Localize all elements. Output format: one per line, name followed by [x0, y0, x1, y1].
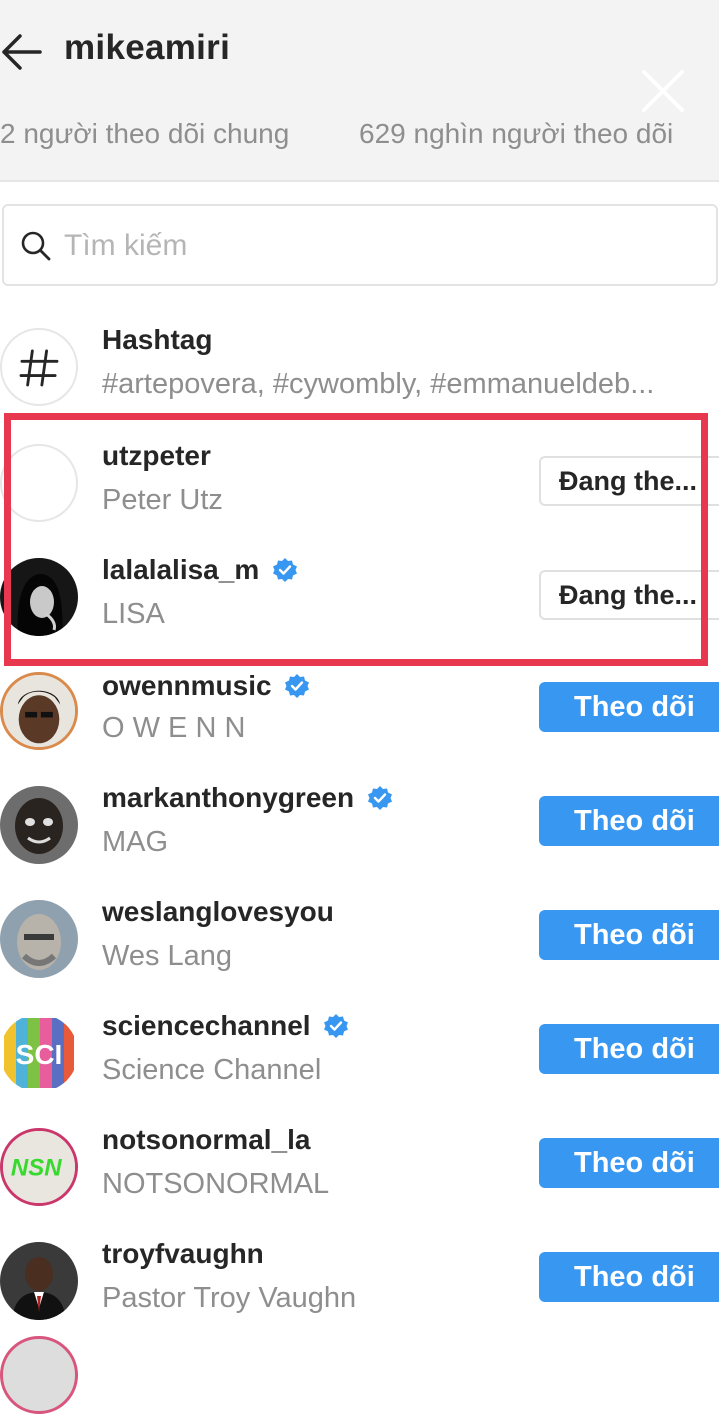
- verified-badge-icon: [324, 1014, 349, 1038]
- hashtag-row[interactable]: Hashtag #artepovera, #cywombly, #emmanue…: [0, 312, 719, 426]
- verified-badge-icon: [272, 558, 297, 582]
- search-bar[interactable]: [2, 204, 718, 286]
- username: owennmusic: [102, 670, 272, 701]
- username: sciencechannel: [102, 1010, 311, 1041]
- full-name: O W E N N: [102, 712, 246, 744]
- list-item[interactable]: markanthonygreen MAG Theo dõi: [0, 770, 719, 884]
- avatar[interactable]: [0, 1336, 78, 1414]
- full-name: Pastor Troy Vaughn: [102, 1282, 357, 1314]
- search-icon: [21, 231, 51, 261]
- follow-button[interactable]: Theo dõi: [539, 682, 719, 732]
- avatar[interactable]: NSN: [0, 1128, 78, 1206]
- tab-followers[interactable]: 629 nghìn người theo dõi: [359, 118, 673, 150]
- full-name: Peter Utz: [102, 484, 223, 516]
- full-name: Wes Lang: [102, 940, 233, 972]
- hashtag-title: Hashtag: [102, 324, 213, 355]
- username: troyfvaughn: [102, 1238, 264, 1269]
- sci-logo-text: SCI: [16, 1039, 63, 1070]
- follow-button[interactable]: Theo dõi: [539, 1024, 719, 1074]
- follow-button[interactable]: Theo dõi: [539, 1138, 719, 1188]
- list-item[interactable]: utzpeter Peter Utz Đang the...: [0, 428, 719, 542]
- avatar[interactable]: [0, 444, 78, 522]
- full-name: LISA: [102, 598, 165, 630]
- close-icon[interactable]: [640, 68, 686, 114]
- header-divider: [0, 180, 719, 182]
- page-title: mikeamiri: [64, 28, 231, 67]
- avatar[interactable]: [0, 900, 78, 978]
- list-item[interactable]: lalalalisa_m LISA Đang the...: [0, 542, 719, 656]
- list-item[interactable]: SCI sciencechannel Science Channel Theo …: [0, 998, 719, 1112]
- username: lalalalisa_m: [102, 554, 260, 585]
- follow-button[interactable]: Theo dõi: [539, 1252, 719, 1302]
- profile-header: mikeamiri 2 người theo dõi chung 629 ngh…: [0, 0, 719, 180]
- verified-badge-icon: [285, 674, 310, 698]
- search-input[interactable]: [62, 220, 666, 272]
- avatar[interactable]: [0, 1242, 78, 1320]
- list-item[interactable]: owennmusic O W E N N Theo dõi: [0, 656, 719, 770]
- full-name: MAG: [102, 826, 169, 858]
- username: notsonormal_la: [102, 1124, 311, 1155]
- avatar[interactable]: SCI: [0, 1014, 78, 1092]
- following-button[interactable]: Đang the...: [539, 456, 719, 506]
- nsn-logo-text: NSN: [11, 1154, 62, 1181]
- follow-button[interactable]: Theo dõi: [539, 910, 719, 960]
- username: markanthonygreen: [102, 782, 355, 813]
- list-item[interactable]: weslanglovesyou Wes Lang Theo dõi: [0, 884, 719, 998]
- tab-mutual-followers[interactable]: 2 người theo dõi chung: [0, 118, 289, 150]
- verified-badge-icon: [367, 786, 392, 810]
- list-item[interactable]: NSN notsonormal_la NOTSONORMAL Theo dõi: [0, 1112, 719, 1226]
- hashtag-subtitle: #artepovera, #cywombly, #emmanueldeb...: [102, 368, 655, 400]
- list-item[interactable]: troyfvaughn Pastor Troy Vaughn Theo dõi: [0, 1226, 719, 1340]
- full-name: Science Channel: [102, 1054, 322, 1086]
- following-button[interactable]: Đang the...: [539, 570, 719, 620]
- avatar[interactable]: [0, 786, 78, 864]
- hashtag-icon: [0, 328, 78, 406]
- username: utzpeter: [102, 440, 211, 471]
- back-arrow-icon[interactable]: [0, 30, 44, 74]
- full-name: NOTSONORMAL: [102, 1168, 330, 1200]
- username: weslanglovesyou: [102, 896, 334, 927]
- follow-button[interactable]: Theo dõi: [539, 796, 719, 846]
- avatar[interactable]: [0, 672, 78, 750]
- avatar[interactable]: [0, 558, 78, 636]
